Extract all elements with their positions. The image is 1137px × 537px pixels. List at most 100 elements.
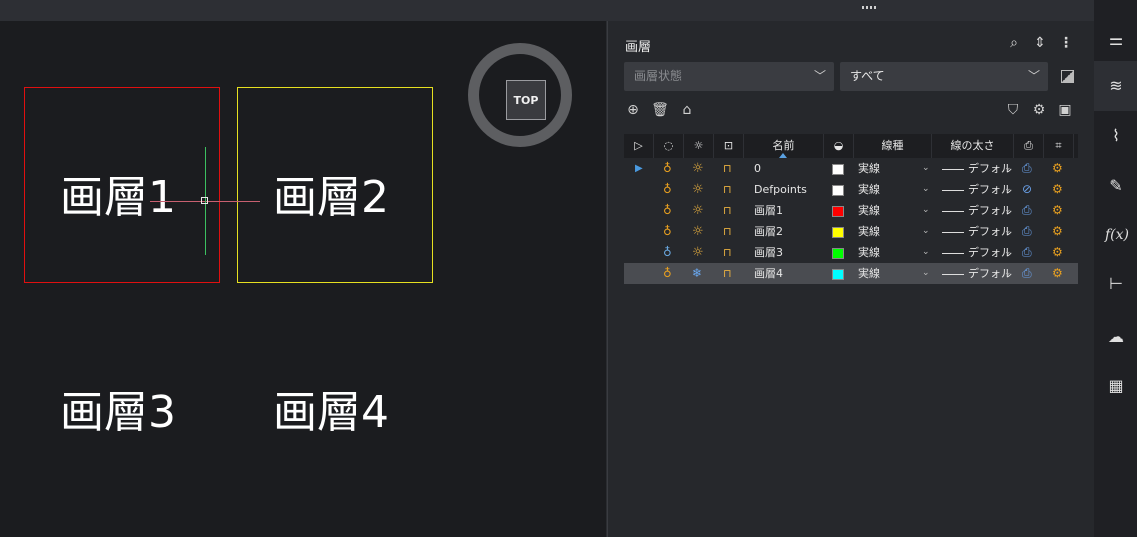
plot-disabled-icon[interactable]: ⊘ [1022, 179, 1032, 200]
layer-settings-icon[interactable]: ⚙ [1030, 101, 1048, 119]
header-name[interactable]: 名前 [744, 134, 824, 158]
linetype[interactable]: 実線 [858, 200, 880, 221]
viewport-freeze-icon[interactable]: ⚙ [1052, 200, 1063, 221]
lineweight[interactable]: デフォル [942, 242, 1012, 263]
lock-icon[interactable]: ⊓ [723, 242, 732, 263]
print-icon[interactable]: ⎙ [1022, 200, 1032, 221]
filter-icon[interactable]: ⛉ [1004, 101, 1022, 119]
grid-icon[interactable]: ▦ [1105, 375, 1127, 397]
chevron-down-icon[interactable]: ⌄ [1004, 263, 1012, 284]
header-on-off-icon[interactable]: ◌ [654, 134, 684, 158]
viewport-freeze-icon[interactable]: ⚙ [1052, 242, 1063, 263]
color-swatch[interactable] [832, 242, 844, 263]
lineweight[interactable]: デフォル [942, 179, 1012, 200]
header-viewport-icon[interactable]: ⌗ [1044, 134, 1074, 158]
chevron-down-icon[interactable]: ⌄ [1004, 221, 1012, 242]
layer-name[interactable]: 画層1 [754, 200, 783, 221]
lineweight[interactable]: デフォル [942, 200, 1012, 221]
color-swatch[interactable] [832, 221, 844, 242]
chevron-down-icon[interactable]: ⌄ [1004, 200, 1012, 221]
attachments-icon[interactable]: ⌇ [1105, 125, 1127, 147]
expand-collapse-icon[interactable]: ⇕ [1032, 35, 1048, 51]
bulb-icon[interactable]: ♁ [663, 263, 672, 284]
lineweight[interactable]: デフォル [942, 158, 1012, 179]
bulb-icon[interactable]: ♁ [663, 242, 672, 263]
structure-icon[interactable]: ⊢ [1105, 273, 1127, 295]
viewport-freeze-icon[interactable]: ⚙ [1052, 158, 1063, 179]
linetype[interactable]: 実線 [858, 242, 880, 263]
chevron-down-icon[interactable]: ⌄ [922, 242, 930, 263]
table-row[interactable]: ♁ ☼ ⊓ 画層1 実線 ⌄ デフォル ⌄ ⎙ ⚙ [624, 200, 1078, 221]
table-row[interactable]: ♁ ☼ ⊓ 画層3 実線 ⌄ デフォル ⌄ ⎙ ⚙ [624, 242, 1078, 263]
layer-name[interactable]: 画層2 [754, 221, 783, 242]
linetype[interactable]: 実線 [858, 263, 880, 284]
header-plot-icon[interactable]: ⎙ [1014, 134, 1044, 158]
layer-name[interactable]: 画層4 [754, 263, 783, 284]
sun-icon[interactable]: ☼ [692, 158, 704, 179]
lineweight[interactable]: デフォル [942, 263, 1012, 284]
table-row[interactable]: ♁ ☼ ⊓ Defpoints 実線 ⌄ デフォル ⌄ ⊘ ⚙ [624, 179, 1078, 200]
purge-brush-icon[interactable]: ⌂ [678, 101, 696, 119]
bulb-icon[interactable]: ♁ [663, 179, 672, 200]
header-linetype[interactable]: 線種 [854, 134, 932, 158]
chevron-down-icon[interactable]: ⌄ [1004, 242, 1012, 263]
print-icon[interactable]: ⎙ [1022, 158, 1032, 179]
chevron-down-icon[interactable]: ⌄ [922, 263, 930, 284]
viewcube-top-button[interactable]: TOP [506, 80, 546, 120]
table-row[interactable]: ♁ ❄ ⊓ 画層4 実線 ⌄ デフォル ⌄ ⎙ ⚙ [624, 263, 1078, 284]
chevron-down-icon[interactable]: ⌄ [922, 200, 930, 221]
sun-icon[interactable]: ☼ [692, 242, 704, 263]
color-swatch[interactable] [832, 158, 844, 179]
more-options-icon[interactable]: ⋮ [1058, 35, 1074, 51]
header-color-icon[interactable]: ◒ [824, 134, 854, 158]
header-lock-icon[interactable]: ⊡ [714, 134, 744, 158]
linetype[interactable]: 実線 [858, 179, 880, 200]
chevron-down-icon[interactable]: ⌄ [1004, 158, 1012, 179]
layer-name[interactable]: 画層3 [754, 242, 783, 263]
bulb-icon[interactable]: ♁ [663, 200, 672, 221]
viewport-freeze-icon[interactable]: ⚙ [1052, 263, 1063, 284]
layer-state-dropdown[interactable]: 画層状態 ﹀ [624, 62, 834, 91]
chevron-down-icon[interactable]: ⌄ [922, 221, 930, 242]
viewport-freeze-icon[interactable]: ⚙ [1052, 221, 1063, 242]
sun-icon[interactable]: ☼ [692, 179, 704, 200]
lock-icon[interactable]: ⊓ [723, 263, 732, 284]
lock-icon[interactable]: ⊓ [723, 158, 732, 179]
sun-icon[interactable]: ☼ [692, 200, 704, 221]
search-icon[interactable]: ⌕ [1006, 35, 1022, 51]
drag-grip[interactable] [862, 6, 878, 9]
linetype[interactable]: 実線 [858, 158, 880, 179]
chevron-down-icon[interactable]: ⌄ [1004, 179, 1012, 200]
sun-icon[interactable]: ☼ [692, 221, 704, 242]
cloud-icon[interactable]: ☁ [1105, 326, 1127, 348]
chevron-down-icon[interactable]: ⌄ [922, 158, 930, 179]
header-lineweight[interactable]: 線の太さ [932, 134, 1014, 158]
print-icon[interactable]: ⎙ [1022, 242, 1032, 263]
lock-icon[interactable]: ⊓ [723, 200, 732, 221]
new-layer-icon[interactable]: ⊕ [624, 101, 642, 119]
print-icon[interactable]: ⎙ [1022, 263, 1032, 284]
freeze-icon[interactable]: ❄ [692, 263, 702, 284]
layer-name[interactable]: 0 [754, 158, 761, 179]
invert-filter-icon[interactable] [1061, 70, 1074, 83]
layer-name[interactable]: Defpoints [754, 179, 807, 200]
color-swatch[interactable] [832, 179, 844, 200]
viewport-freeze-icon[interactable]: ⚙ [1052, 179, 1063, 200]
bulb-icon[interactable]: ♁ [663, 158, 672, 179]
header-current-icon[interactable]: ▷ [624, 134, 654, 158]
color-swatch[interactable] [832, 263, 844, 284]
chevron-down-icon[interactable]: ⌄ [922, 179, 930, 200]
drawing-explorer-icon[interactable]: ✎ [1105, 175, 1127, 197]
layer-filter-dropdown[interactable]: すべて ﹀ [840, 62, 1048, 91]
lock-icon[interactable]: ⊓ [723, 221, 732, 242]
drawing-canvas[interactable]: 画層1 画層2 画層3 画層4 TOP [0, 21, 606, 537]
formula-icon[interactable]: f(x) [1105, 224, 1129, 246]
bulb-icon[interactable]: ♁ [663, 221, 672, 242]
table-row[interactable]: ♁ ☼ ⊓ 画層2 実線 ⌄ デフォル ⌄ ⎙ ⚙ [624, 221, 1078, 242]
linetype[interactable]: 実線 [858, 221, 880, 242]
table-row[interactable]: ▶ ♁ ☼ ⊓ 0 実線 ⌄ デフォル ⌄ ⎙ ⚙ [624, 158, 1078, 179]
color-swatch[interactable] [832, 200, 844, 221]
layer-tools-icon[interactable]: ▣ [1056, 101, 1074, 119]
lock-icon[interactable]: ⊓ [723, 179, 732, 200]
header-freeze-icon[interactable]: ☼ [684, 134, 714, 158]
